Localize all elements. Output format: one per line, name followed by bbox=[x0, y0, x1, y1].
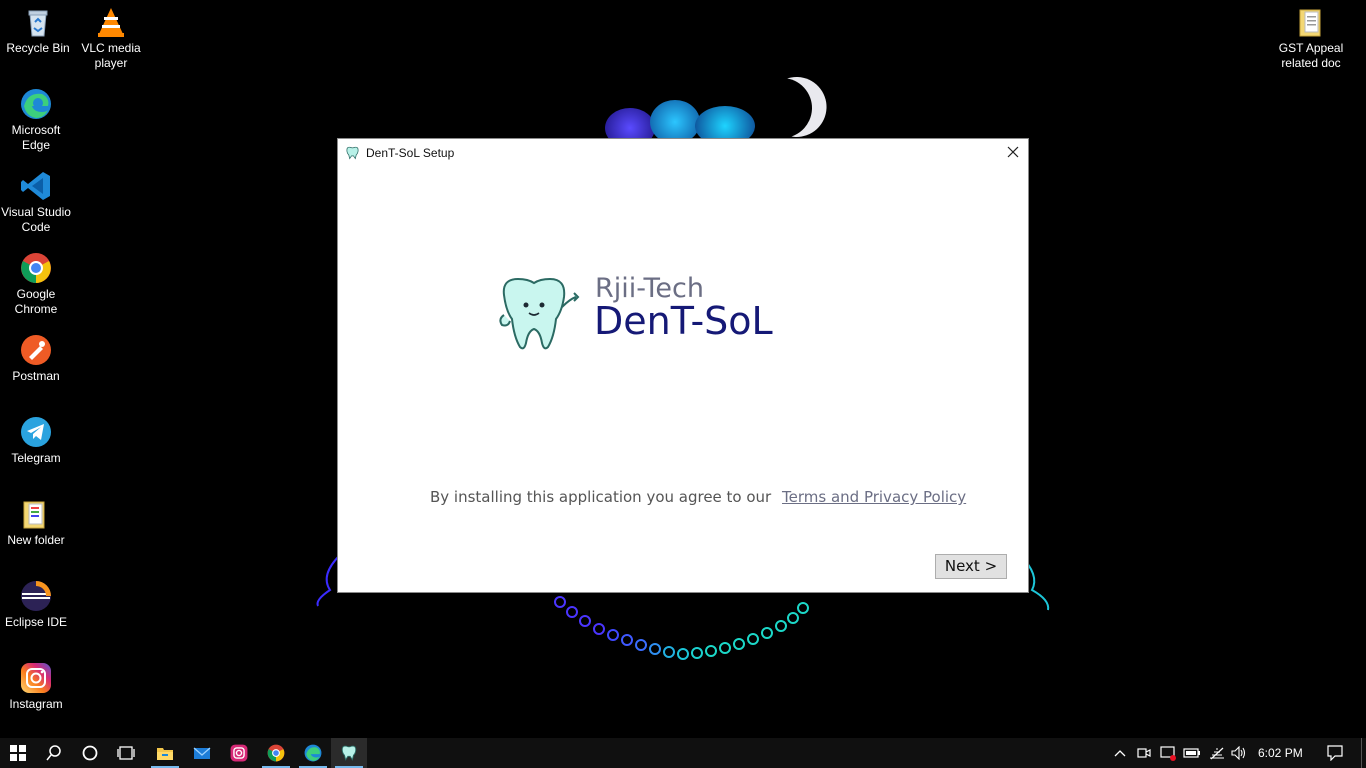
desktop-icon-label: Instagram bbox=[9, 697, 63, 711]
dent-sol-icon bbox=[341, 745, 357, 761]
cortana-icon bbox=[82, 745, 98, 761]
eclipse-icon bbox=[21, 581, 51, 611]
desktop-icon-label: Recycle Bin bbox=[6, 41, 70, 55]
volume-icon bbox=[1231, 746, 1246, 760]
desktop-icon-label: Eclipse IDE bbox=[4, 615, 68, 629]
task-view-button[interactable] bbox=[108, 738, 144, 768]
task-view-icon bbox=[117, 746, 135, 760]
vscode-icon bbox=[21, 172, 50, 200]
taskbar-mail[interactable] bbox=[184, 738, 220, 768]
taskbar: 6:02 PM bbox=[0, 738, 1366, 768]
tray-security[interactable] bbox=[1158, 738, 1178, 768]
chrome-icon bbox=[267, 744, 285, 762]
monitor-alert-icon bbox=[1160, 746, 1176, 761]
edge-icon bbox=[21, 89, 51, 119]
desktop-icon-eclipse[interactable]: Eclipse IDE bbox=[0, 580, 74, 630]
desktop-icon-instagram[interactable]: Instagram bbox=[0, 662, 74, 712]
agreement-label: By installing this application you agree… bbox=[430, 488, 772, 506]
desktop-icon-chrome[interactable]: Google Chrome bbox=[0, 252, 74, 317]
desktop-icon-vscode[interactable]: Visual Studio Code bbox=[0, 170, 74, 235]
desktop-icon-label: Visual Studio Code bbox=[1, 205, 71, 234]
tray-battery[interactable] bbox=[1182, 738, 1202, 768]
postman-icon bbox=[21, 335, 51, 365]
mail-icon bbox=[193, 747, 211, 759]
taskbar-clock[interactable]: 6:02 PM bbox=[1258, 738, 1303, 768]
action-center-button[interactable] bbox=[1320, 738, 1350, 768]
start-icon bbox=[10, 745, 26, 761]
desktop-icon-label: Telegram bbox=[11, 451, 61, 465]
desktop-icon-gst-appeal[interactable]: GST Appeal related doc bbox=[1273, 6, 1349, 71]
tray-network[interactable] bbox=[1207, 738, 1227, 768]
search-icon bbox=[46, 745, 61, 761]
instagram-icon bbox=[21, 663, 51, 693]
taskbar-dent-sol[interactable] bbox=[331, 738, 367, 768]
show-desktop-button[interactable] bbox=[1361, 738, 1366, 768]
desktop-icon-vlc[interactable]: VLC media player bbox=[73, 6, 149, 71]
start-button[interactable] bbox=[0, 738, 36, 768]
chrome-icon bbox=[21, 253, 51, 283]
dialog-titlebar[interactable]: DenT-SoL Setup bbox=[338, 139, 1028, 167]
taskbar-edge[interactable] bbox=[295, 738, 331, 768]
telegram-icon bbox=[21, 417, 51, 447]
desktop-icon-postman[interactable]: Postman bbox=[0, 334, 74, 384]
desktop-icon-label: Google Chrome bbox=[14, 287, 58, 316]
brand-product-name: DenT-SoL bbox=[594, 299, 773, 343]
taskbar-chrome[interactable] bbox=[258, 738, 294, 768]
desktop-icon-label: Microsoft Edge bbox=[11, 123, 61, 152]
taskbar-instagram[interactable] bbox=[221, 738, 257, 768]
instagram-icon bbox=[230, 744, 248, 762]
desktop-icon-recycle-bin[interactable]: Recycle Bin bbox=[0, 6, 76, 56]
chevron-up-icon bbox=[1114, 750, 1126, 757]
tray-volume[interactable] bbox=[1229, 738, 1249, 768]
search-button[interactable] bbox=[36, 738, 72, 768]
taskbar-file-explorer[interactable] bbox=[147, 738, 183, 768]
cortana-button[interactable] bbox=[72, 738, 108, 768]
tooth-mascot-logo bbox=[499, 277, 580, 350]
close-icon bbox=[1007, 146, 1019, 158]
setup-dialog: DenT-SoL Setup Rjii-Tech DenT-SoL By ins… bbox=[337, 138, 1029, 593]
desktop-icon-new-folder[interactable]: New folder bbox=[0, 498, 74, 548]
desktop-icon-label: Postman bbox=[12, 369, 60, 383]
desktop-icon-label: VLC media player bbox=[81, 41, 141, 70]
notification-icon bbox=[1327, 745, 1343, 761]
moon-decoration bbox=[744, 70, 821, 147]
next-button[interactable]: Next > bbox=[935, 554, 1007, 579]
close-button[interactable] bbox=[998, 139, 1028, 167]
desktop-icon-edge[interactable]: Microsoft Edge bbox=[0, 88, 74, 153]
dialog-title: DenT-SoL Setup bbox=[366, 146, 455, 160]
tray-meet-now[interactable] bbox=[1134, 738, 1154, 768]
show-hidden-icons-button[interactable] bbox=[1110, 738, 1130, 768]
edge-icon bbox=[304, 744, 322, 762]
desktop-icon-label: GST Appeal related doc bbox=[1278, 41, 1344, 70]
recycle-bin-icon bbox=[28, 10, 48, 37]
desktop-icon-label: New folder bbox=[7, 533, 65, 547]
agreement-text: By installing this application you agree… bbox=[430, 488, 966, 506]
terms-privacy-link[interactable]: Terms and Privacy Policy bbox=[782, 488, 966, 506]
wifi-icon bbox=[1210, 747, 1224, 760]
wallpaper-beads bbox=[554, 596, 809, 660]
desktop-icon-telegram[interactable]: Telegram bbox=[0, 416, 74, 466]
folder-icon bbox=[23, 501, 45, 529]
camera-icon bbox=[1137, 748, 1151, 758]
battery-icon bbox=[1183, 748, 1200, 758]
file-explorer-icon bbox=[157, 748, 173, 760]
dent-sol-app-icon bbox=[346, 146, 359, 160]
folder-icon bbox=[1299, 9, 1321, 37]
vlc-icon bbox=[98, 8, 124, 37]
